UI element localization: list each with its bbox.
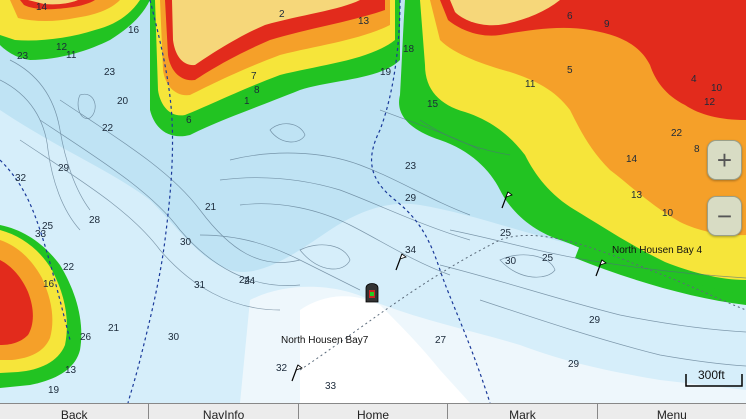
map-screen: 14 16 12 11 23 18 13 19 15 7 1 2 8 6 23 20 22 32 29 21 30 28 2… bbox=[0, 0, 746, 419]
depth-label: 21 bbox=[108, 323, 120, 334]
depth-label: 23 bbox=[17, 51, 29, 62]
depth-label: 30 bbox=[168, 332, 180, 343]
scale-label: 300ft bbox=[698, 368, 725, 382]
depth-label: 26 bbox=[80, 332, 92, 343]
depth-label: 1 bbox=[244, 96, 250, 107]
depth-label: 13 bbox=[631, 190, 643, 201]
depth-label: 15 bbox=[427, 99, 439, 110]
depth-label: 32 bbox=[276, 363, 288, 374]
depth-label: 31 bbox=[194, 280, 206, 291]
depth-label: 6 bbox=[186, 115, 192, 126]
depth-label: 21 bbox=[205, 202, 217, 213]
zoom-out-button[interactable]: − bbox=[707, 196, 742, 236]
depth-label: 27 bbox=[435, 335, 447, 346]
depth-label: 4 bbox=[691, 74, 697, 85]
depth-label: 32 bbox=[15, 173, 27, 184]
zoom-in-button[interactable]: + bbox=[707, 140, 742, 180]
depth-label: 10 bbox=[662, 208, 674, 219]
mark-softkey[interactable]: Mark bbox=[448, 404, 598, 419]
depth-label: 24 bbox=[239, 275, 251, 286]
depth-label: 12 bbox=[704, 97, 716, 108]
depth-label: 11 bbox=[525, 79, 536, 90]
depth-label: 23 bbox=[405, 161, 417, 172]
waypoint-label: North Housen Bay7 bbox=[281, 335, 369, 346]
depth-label: 28 bbox=[89, 215, 101, 226]
back-softkey[interactable]: Back bbox=[0, 404, 150, 419]
softkey-bar: Back NavInfo Home Mark Menu bbox=[0, 403, 746, 419]
depth-label: 33 bbox=[325, 381, 337, 392]
depth-label: 34 bbox=[405, 245, 417, 256]
depth-label: 2 bbox=[279, 9, 285, 20]
depth-label: 29 bbox=[568, 359, 580, 370]
depth-label: 8 bbox=[254, 85, 260, 96]
depth-label: 25 bbox=[500, 228, 512, 239]
menu-softkey[interactable]: Menu bbox=[598, 404, 746, 419]
waypoint-label: North Housen Bay 4 bbox=[612, 245, 702, 256]
depth-label: 30 bbox=[505, 256, 517, 267]
depth-label: 14 bbox=[36, 2, 48, 13]
depth-label: 22 bbox=[671, 128, 683, 139]
depth-label: 19 bbox=[48, 385, 60, 396]
depth-label: 13 bbox=[358, 16, 370, 27]
depth-label: 20 bbox=[117, 96, 129, 107]
depth-label: 13 bbox=[65, 365, 77, 376]
depth-label: 8 bbox=[694, 144, 700, 155]
depth-label: 30 bbox=[180, 237, 192, 248]
depth-label: 16 bbox=[128, 25, 140, 36]
depth-label: 14 bbox=[626, 154, 638, 165]
depth-label: 16 bbox=[43, 279, 55, 290]
home-softkey[interactable]: Home bbox=[299, 404, 449, 419]
navinfo-softkey[interactable]: NavInfo bbox=[149, 404, 299, 419]
depth-label: 29 bbox=[405, 193, 417, 204]
depth-label: 7 bbox=[251, 71, 257, 82]
depth-label: 19 bbox=[380, 67, 392, 78]
depth-label: 25 bbox=[542, 253, 554, 264]
depth-label: 33 bbox=[35, 229, 47, 240]
depth-label: 23 bbox=[104, 67, 116, 78]
boat-icon[interactable] bbox=[365, 283, 379, 303]
depth-label: 9 bbox=[604, 19, 610, 30]
depth-label: 5 bbox=[567, 65, 573, 76]
depth-label: 29 bbox=[589, 315, 601, 326]
depth-label: 22 bbox=[102, 123, 114, 134]
depth-chart-map[interactable]: 1416121123181319157128623202232292130282… bbox=[0, 0, 746, 403]
depth-label: 18 bbox=[403, 44, 415, 55]
depth-label: 6 bbox=[567, 11, 573, 22]
depth-label: 29 bbox=[58, 163, 70, 174]
depth-label: 22 bbox=[63, 262, 75, 273]
depth-label: 10 bbox=[711, 83, 723, 94]
depth-label: 11 bbox=[66, 50, 77, 61]
